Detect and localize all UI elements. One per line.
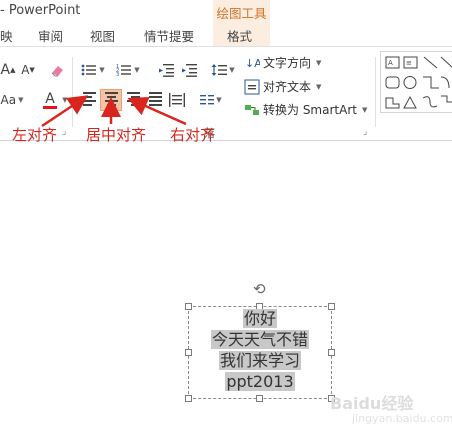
shapes-gallery[interactable]: A ≡ [380, 51, 452, 113]
increase-indent-icon [182, 64, 197, 77]
paragraph-dialog-launcher[interactable]: ⌟ [363, 127, 367, 137]
grow-font-button[interactable]: A ▲ [0, 61, 16, 79]
drawing-tools-title: 绘图工具 [216, 6, 267, 21]
align-center-icon [104, 92, 118, 108]
textbox-line-4: ppt2013 [225, 372, 295, 391]
align-text-button[interactable]: 对齐文本 ▼ [244, 78, 321, 95]
tab-slideshow[interactable]: 映 [0, 26, 13, 45]
align-left-icon [82, 92, 96, 108]
shapes-gallery-icons: A ≡ [385, 56, 452, 109]
align-right-button[interactable] [124, 91, 142, 109]
justify-button[interactable] [146, 91, 164, 109]
tab-storyboarding[interactable]: 情节提要 [144, 26, 194, 45]
change-case-button[interactable]: Aa ▼ [0, 91, 24, 109]
watermark-logo: Baidu经验 [330, 394, 414, 413]
svg-text:3: 3 [116, 72, 119, 77]
eraser-icon [51, 66, 63, 77]
textbox-line-3: 我们来学习 [218, 351, 301, 370]
textbox-content[interactable]: 你好 今天天气不错 我们来学习 ppt2013 [188, 308, 332, 392]
ribbon-separator [72, 57, 73, 127]
bullets-icon [81, 64, 97, 76]
align-text-icon [244, 79, 260, 94]
svg-text:↓A: ↓A [245, 57, 260, 70]
bullets-button[interactable]: ▼ [80, 61, 106, 79]
textbox-line-2: 今天天气不错 [210, 330, 309, 349]
font-color-dropdown[interactable]: ▼ [60, 93, 68, 107]
numbering-icon: 123 [116, 64, 132, 77]
clear-formatting-button[interactable] [48, 61, 66, 79]
svg-text:A: A [388, 59, 393, 67]
change-case-glyph: Aa [0, 93, 17, 107]
align-center-button[interactable] [100, 89, 122, 111]
columns-icon [200, 95, 215, 105]
tab-review[interactable]: 审阅 [38, 26, 63, 45]
increase-indent-button[interactable] [180, 61, 198, 79]
align-text-label: 对齐文本 [263, 80, 312, 94]
font-color-glyph: A [45, 90, 55, 107]
decrease-indent-icon [159, 64, 174, 77]
ribbon-tabs: 映 审阅 视图 情节提要 格式 [0, 22, 452, 46]
shrink-font-button[interactable]: A ▼ [20, 61, 36, 79]
decrease-indent-button[interactable] [157, 61, 175, 79]
rotate-handle-icon[interactable]: ⟲ [253, 280, 266, 298]
numbering-button[interactable]: 123 ▼ [114, 61, 142, 79]
distributed-button[interactable] [168, 91, 186, 109]
window-title: - PowerPoint [0, 3, 81, 18]
resize-handle-bottom[interactable] [256, 395, 263, 402]
align-right-icon [126, 92, 140, 108]
font-dialog-launcher[interactable]: ⌟ [62, 127, 66, 137]
line-spacing-icon [211, 64, 228, 76]
text-direction-button[interactable]: ↓A 文字方向 ▼ [244, 54, 321, 71]
align-left-button[interactable] [80, 91, 98, 109]
distributed-icon [169, 93, 185, 107]
resize-handle-bottom-left[interactable] [185, 395, 192, 402]
font-color-button[interactable]: A [38, 89, 62, 111]
text-direction-icon: ↓A [245, 57, 260, 70]
tab-format[interactable]: 格式 [227, 26, 252, 45]
ribbon-separator-2 [375, 57, 376, 127]
watermark-url: jingyan.baidu.com [352, 412, 452, 425]
justify-icon [148, 92, 162, 108]
line-spacing-button[interactable]: ▼ [210, 61, 236, 79]
grow-font-glyph: A [0, 62, 11, 78]
convert-smartart-button[interactable]: 转换为 SmartArt ▼ [244, 101, 367, 118]
textbox-line-1: 你好 [242, 309, 277, 328]
tab-view[interactable]: 视图 [90, 26, 115, 45]
columns-button[interactable]: ▼ [198, 91, 224, 109]
font-color-swatch [43, 105, 57, 109]
svg-text:≡: ≡ [406, 59, 412, 67]
smartart-label: 转换为 SmartArt [263, 103, 357, 117]
smartart-icon [245, 104, 259, 115]
text-direction-label: 文字方向 [263, 56, 312, 70]
